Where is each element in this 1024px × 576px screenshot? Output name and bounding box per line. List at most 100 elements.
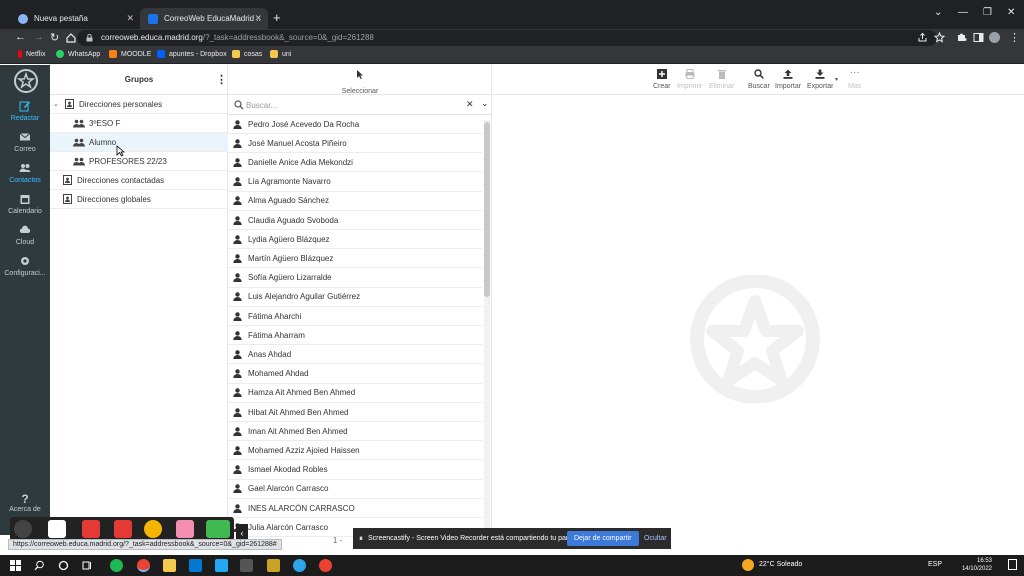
extensions-icon[interactable] (956, 32, 967, 43)
file-explorer-icon[interactable] (163, 559, 176, 572)
stop-sharing-button[interactable]: Dejar de compartir (567, 531, 639, 546)
groups-menu-icon[interactable]: ⋮ (216, 73, 227, 86)
contact-row[interactable]: Alma Aguado Sánchez (228, 192, 482, 211)
edge-icon[interactable] (293, 559, 306, 572)
home-icon[interactable] (66, 33, 76, 43)
contact-list-scrollbar[interactable] (484, 120, 490, 530)
educamadrid-logo-icon[interactable] (14, 69, 38, 93)
clear-search-icon[interactable]: ✕ (466, 99, 474, 110)
search-options-chevron-icon[interactable]: ⌄ (481, 98, 489, 109)
search-button[interactable]: Buscar (748, 69, 770, 90)
vscode-icon[interactable] (215, 559, 228, 572)
contact-row[interactable]: Fátima Aharram (228, 326, 482, 346)
contact-row[interactable]: Pedro José Acevedo Da Rocha (228, 115, 482, 134)
stickers-tool-button[interactable] (144, 520, 162, 538)
contact-row[interactable]: Claudia Aguado Svoboda (228, 211, 482, 230)
group-alumno[interactable]: Alumno (50, 133, 228, 152)
app-icon[interactable] (240, 559, 253, 572)
app-icon[interactable] (267, 559, 280, 572)
bookmark-whatsapp[interactable]: WhatsApp (56, 50, 100, 58)
contact-row[interactable]: Sofía Agüero Lizarralde (228, 269, 482, 288)
select-button[interactable]: Seleccionar (228, 69, 492, 98)
contact-row[interactable]: Iman Ait Ahmed Ben Ahmed (228, 422, 482, 442)
tab-search-icon[interactable]: ⌄ (934, 7, 942, 18)
group-direcciones-globales[interactable]: Direcciones globales (50, 190, 228, 209)
contact-row[interactable]: Hibat Ait Ahmed Ben Ahmed (228, 403, 482, 422)
group-profesores[interactable]: PROFESORES 22/23 (50, 152, 228, 171)
chevron-down-icon[interactable]: ⌄ (53, 100, 65, 108)
contact-row[interactable]: Hamza Ait Ahmed Ben Ahmed (228, 384, 482, 403)
side-panel-icon[interactable] (973, 32, 984, 43)
nav-compose[interactable]: Redactar (0, 100, 50, 122)
contact-row[interactable]: Mohamed Azziz Ajoied Haissen (228, 441, 482, 461)
tab-new-tab[interactable]: Nueva pestaña ✕ (10, 8, 140, 29)
mouse-tool-button[interactable] (48, 520, 66, 538)
contact-row[interactable]: Lía Agramonte Navarro (228, 173, 482, 192)
chrome-taskbar-icon[interactable] (137, 559, 150, 572)
print-button[interactable]: Imprimir (677, 69, 702, 90)
nav-calendar[interactable]: Calendario (0, 193, 50, 215)
import-button[interactable]: Importar (775, 69, 801, 90)
nav-cloud[interactable]: Cloud (0, 224, 50, 246)
contact-row[interactable]: Fátima Aharchi (228, 307, 482, 326)
forward-button[interactable]: → (33, 31, 44, 43)
create-button[interactable]: Crear (653, 69, 671, 90)
contact-row[interactable]: Martín Agüero Blázquez (228, 249, 482, 269)
tab-correoweb[interactable]: CorreoWeb EducaMadrid :: Conta ✕ (140, 8, 268, 29)
bookmark-dropbox[interactable]: apuntes - Dropbox (157, 50, 227, 58)
bookmark-moodle[interactable]: MOODLE (109, 50, 151, 58)
more-button[interactable]: ··· Más (848, 68, 861, 91)
contact-row[interactable]: Gael Alarcón Carrasco (228, 480, 482, 499)
reload-button[interactable]: ↻ (50, 31, 59, 44)
bookmark-folder-uni[interactable]: uni (270, 50, 291, 58)
nav-mail[interactable]: Correo (0, 131, 50, 153)
contact-row[interactable]: Mohamed Ahdad (228, 365, 482, 384)
hide-button[interactable]: Ocultar (644, 531, 667, 546)
outlook-icon[interactable] (189, 559, 202, 572)
minimize-button[interactable]: — (958, 7, 968, 18)
contact-row[interactable]: Danielle Anice Adia Mekondzi (228, 153, 482, 173)
start-button[interactable] (206, 520, 230, 538)
language-indicator[interactable]: ESP (928, 561, 942, 568)
search-icon[interactable] (34, 560, 45, 571)
delete-button[interactable]: Eliminar (709, 69, 734, 90)
contact-row[interactable]: José Manuel Acosta Piñeiro (228, 134, 482, 154)
nav-contacts[interactable]: Contactos (0, 162, 50, 184)
notifications-icon[interactable] (1008, 559, 1017, 570)
weather-text[interactable]: 22°C Soleado (759, 561, 802, 568)
close-tab-icon[interactable]: ✕ (126, 13, 134, 24)
share-icon[interactable] (917, 32, 928, 43)
spotify-icon[interactable] (110, 559, 123, 572)
windows-start-icon[interactable] (10, 560, 21, 571)
pen-tool-button[interactable] (82, 520, 100, 538)
search-input[interactable] (246, 98, 466, 112)
back-button[interactable]: ← (15, 31, 26, 43)
eraser-tool-button[interactable] (176, 520, 194, 538)
maximize-button[interactable]: ❐ (983, 7, 992, 18)
group-direcciones-contactadas[interactable]: Direcciones contactadas (50, 171, 228, 190)
lock-icon[interactable] (86, 34, 93, 42)
bookmark-star-icon[interactable] (934, 32, 945, 43)
contact-row[interactable]: Lydia Agüero Blázquez (228, 230, 482, 250)
export-dropdown-icon[interactable]: ▾ (835, 76, 838, 83)
contact-row[interactable]: Anas Ahdad (228, 345, 482, 365)
close-tab-icon[interactable]: ✕ (254, 13, 262, 24)
close-window-button[interactable]: ✕ (1007, 7, 1015, 18)
bookmark-netflix[interactable]: Netflix (18, 50, 45, 58)
bookmark-folder-cosas[interactable]: cosas (232, 50, 262, 58)
nav-about[interactable]: ? Acerca de (0, 492, 50, 513)
system-clock[interactable]: 16:53 14/10/2022 (962, 557, 992, 573)
group-direcciones-personales[interactable]: ⌄ Direcciones personales (50, 95, 228, 114)
contact-row[interactable]: Ismael Akodad Robles (228, 461, 482, 480)
new-tab-button[interactable]: + (273, 10, 281, 25)
address-bar[interactable]: correoweb.educa.madrid.org/?_task=addres… (77, 30, 937, 46)
contact-row[interactable]: INES ALARCÓN CARRASCO (228, 499, 482, 518)
contact-row[interactable]: Luis Alejandro Aguilar Gutiérrez (228, 288, 482, 307)
pause-recording-button[interactable] (14, 520, 32, 538)
task-view-icon[interactable] (82, 560, 93, 571)
cortana-icon[interactable] (58, 560, 69, 571)
nav-settings[interactable]: Configuraci... (0, 255, 50, 277)
export-button[interactable]: Exportar (807, 69, 833, 90)
scrollbar-thumb[interactable] (484, 122, 490, 297)
browser-menu-icon[interactable]: ⋮ (1009, 31, 1020, 44)
